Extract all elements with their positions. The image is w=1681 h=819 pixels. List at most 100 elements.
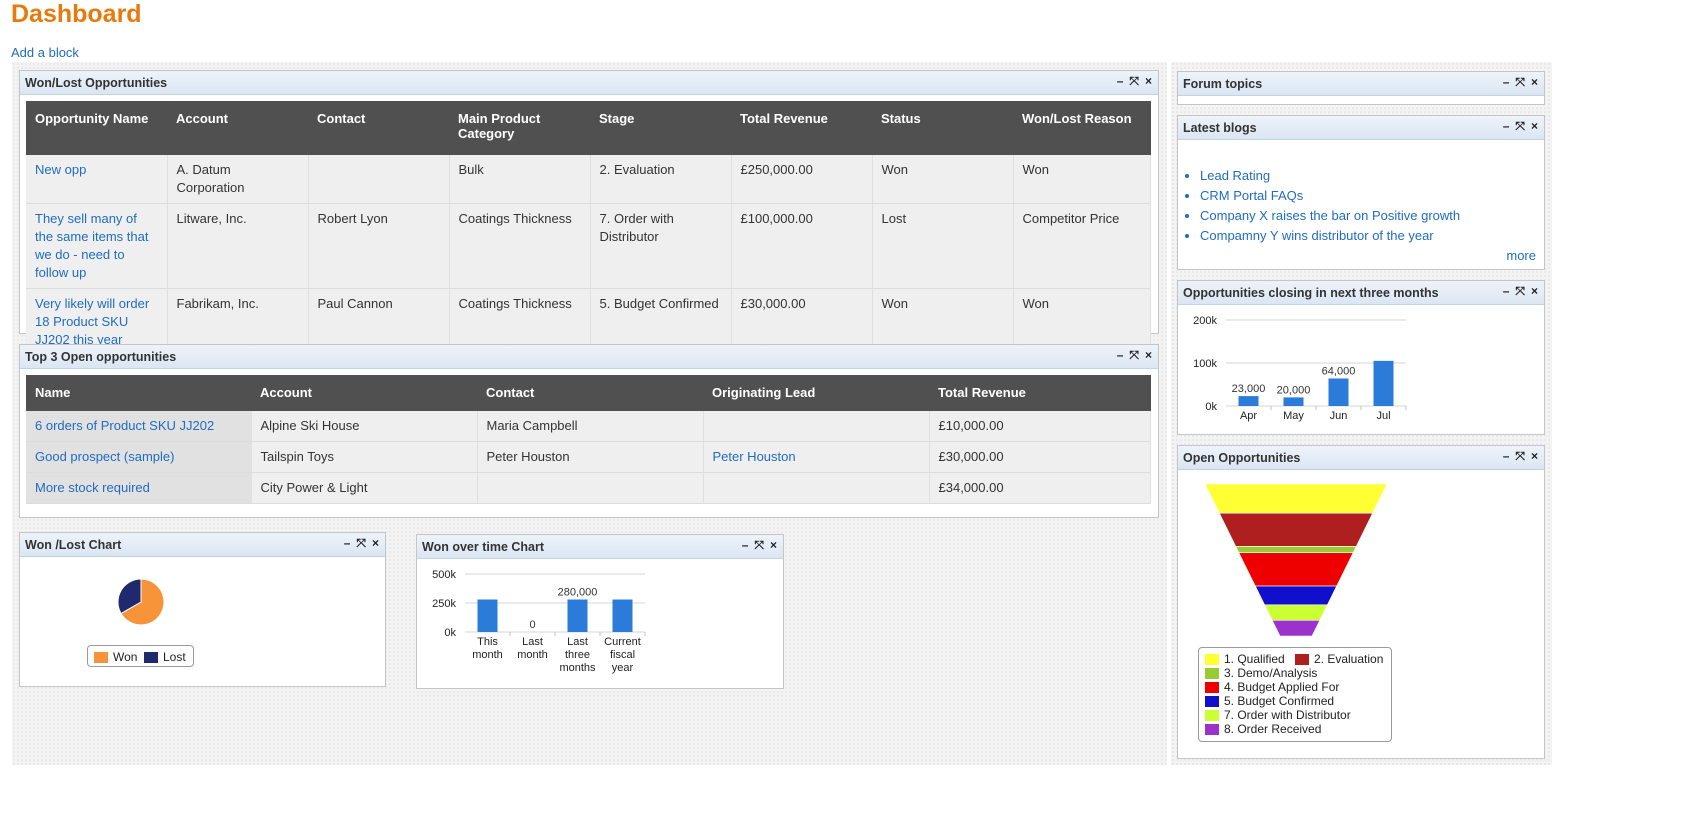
minimize-icon[interactable]: – [1503,449,1510,463]
more-link[interactable]: more [1506,248,1536,263]
opportunities-closing-bar-chart: 0k 100k 200k 23,000 Apr 20,000 May 64,000 Jun Jul [1193,315,1407,422]
minimize-icon[interactable]: – [344,536,351,550]
column-header[interactable]: Opportunity Name [26,101,167,155]
y-tick-label: 500k [432,569,456,581]
legend-swatch [144,651,158,663]
minimize-icon[interactable]: – [1503,75,1510,89]
panel-header[interactable]: Opportunities closing in next three mont… [1178,281,1544,305]
column-header[interactable]: Total Revenue [731,101,872,155]
open-opportunities-funnel-chart [1204,483,1388,637]
panel-header[interactable]: Open Opportunities – ⤧ × [1178,446,1544,470]
panel-header[interactable]: Top 3 Open opportunities – ⤧ × [20,345,1158,369]
table-row: 6 orders of Product SKU JJ202 Alpine Ski… [26,411,1151,442]
close-icon[interactable]: × [1531,119,1538,133]
legend-label: 8. Order Received [1224,722,1322,736]
column-header[interactable]: Name [26,375,251,411]
close-icon[interactable]: × [1145,74,1152,88]
panel-header[interactable]: Won /Lost Chart – ⤧ × [20,533,385,557]
legend-item[interactable]: 3. Demo/Analysis [1205,666,1317,680]
maximize-icon[interactable]: ⤧ [1515,449,1525,463]
column-header[interactable]: Contact [308,101,449,155]
panel-title: Won over time Chart [422,540,545,554]
maximize-icon[interactable]: ⤧ [1515,75,1525,89]
legend-item[interactable]: 4. Budget Applied For [1205,680,1339,694]
data-label: 23,000 [1232,383,1266,395]
opportunities-closing-panel: Opportunities closing in next three mont… [1177,280,1545,435]
column-header[interactable]: Account [167,101,308,155]
legend-item[interactable]: 7. Order with Distributor [1205,708,1351,722]
close-icon[interactable]: × [1145,348,1152,362]
close-icon[interactable]: × [1531,284,1538,298]
panel-title: Opportunities closing in next three mont… [1183,286,1439,300]
panel-header[interactable]: Forum topics – ⤧ × [1178,72,1544,96]
maximize-icon[interactable]: ⤧ [1129,348,1139,362]
panel-header[interactable]: Won/Lost Opportunities – ⤧ × [20,71,1158,95]
panel-header[interactable]: Won over time Chart – ⤧ × [417,535,783,559]
maximize-icon[interactable]: ⤧ [1515,119,1525,133]
column-header[interactable]: Account [251,375,477,411]
maximize-icon[interactable]: ⤧ [1129,74,1139,88]
pie-legend: Won Lost [87,645,194,667]
table-cell: Litware, Inc. [167,203,309,289]
table-cell: Won [872,155,1014,204]
bar [1373,360,1394,406]
legend-item[interactable]: Won [94,650,137,664]
column-header[interactable]: Status [872,101,1013,155]
maximize-icon[interactable]: ⤧ [356,536,366,550]
table-cell: Peter Houston [477,441,704,473]
close-icon[interactable]: × [372,536,379,550]
minimize-icon[interactable]: – [1503,284,1510,298]
add-block-link[interactable]: Add a block [11,45,79,60]
panel-title: Won /Lost Chart [25,538,122,552]
column-header[interactable]: Total Revenue [929,375,1151,411]
funnel-segment [1235,546,1357,554]
column-header[interactable]: Stage [590,101,731,155]
column-header[interactable]: Won/Lost Reason [1013,101,1151,155]
opportunity-link[interactable]: 6 orders of Product SKU JJ202 [26,411,252,442]
close-icon[interactable]: × [770,538,777,552]
blog-link[interactable]: Lead Rating [1200,166,1460,186]
legend-item[interactable]: 2. Evaluation [1295,652,1383,666]
bar [1238,396,1259,406]
opportunity-link[interactable]: They sell many of the same items that we… [26,203,168,289]
minimize-icon[interactable]: – [1117,74,1124,88]
top3-table: Name Account Contact Originating Lead To… [26,375,1151,504]
blog-link[interactable]: CRM Portal FAQs [1200,186,1460,206]
opportunity-link[interactable]: More stock required [26,472,252,504]
legend-item[interactable]: Lost [144,650,186,664]
x-tick-label: Apr [1240,410,1257,422]
opportunity-link[interactable]: Good prospect (sample) [26,441,252,473]
opportunity-link[interactable]: New opp [26,155,168,204]
panel-title: Won/Lost Opportunities [25,76,168,90]
minimize-icon[interactable]: – [742,538,749,552]
lead-link[interactable]: Peter Houston [703,441,930,473]
table-cell: 7. Order with Distributor [590,203,732,289]
x-tick-label: Jun [1330,410,1348,422]
funnel-segment [1238,552,1354,587]
close-icon[interactable]: × [1531,75,1538,89]
legend-item[interactable]: 8. Order Received [1205,722,1321,736]
won-over-time-bar-chart: 0k 250k 500k This month 0 Last month 280,000 Last… [432,569,646,674]
blog-link[interactable]: Compamny Y wins distributor of the year [1200,226,1460,246]
minimize-icon[interactable]: – [1503,119,1510,133]
maximize-icon[interactable]: ⤧ [754,538,764,552]
table-cell: Tailspin Toys [251,441,478,473]
column-header[interactable]: Contact [477,375,703,411]
table-cell: £34,000.00 [929,472,1151,504]
table-cell: £10,000.00 [929,411,1151,442]
legend-item[interactable]: 1. Qualified [1205,652,1285,666]
panel-title: Top 3 Open opportunities [25,350,177,364]
blog-link[interactable]: Company X raises the bar on Positive gro… [1200,206,1460,226]
table-cell [703,411,930,442]
panel-title: Open Opportunities [1183,451,1301,465]
maximize-icon[interactable]: ⤧ [1515,284,1525,298]
column-header[interactable]: Main Product Category [449,101,590,155]
column-header[interactable]: Originating Lead [703,375,929,411]
panel-header[interactable]: Latest blogs – ⤧ × [1178,116,1544,140]
close-icon[interactable]: × [1531,449,1538,463]
minimize-icon[interactable]: – [1117,348,1124,362]
legend-item[interactable]: 5. Budget Confirmed [1205,694,1334,708]
funnel-segment [1218,512,1374,547]
legend-label: 4. Budget Applied For [1224,680,1340,694]
bar [567,599,588,632]
